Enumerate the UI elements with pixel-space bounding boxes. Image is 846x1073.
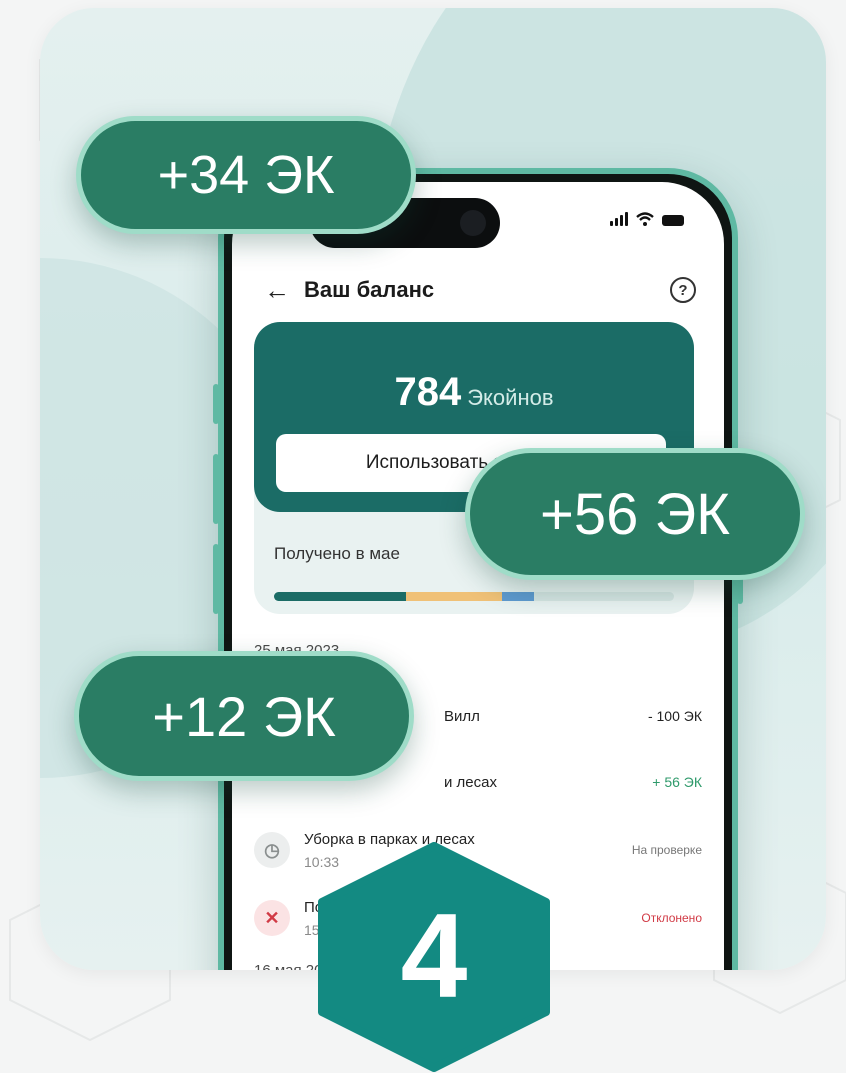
received-label: Получено в мае — [274, 544, 400, 563]
progress-segment — [274, 592, 406, 601]
status-bar — [610, 212, 684, 226]
transaction-amount: - 100 ЭК — [647, 708, 702, 724]
progress-segment — [406, 592, 502, 601]
transaction-amount: + 56 ЭК — [652, 774, 702, 790]
page-title: Ваш баланс — [304, 277, 435, 302]
phone-side-button — [213, 544, 219, 614]
phone-side-button — [213, 454, 219, 524]
screen-header: ← Ваш баланс ? — [264, 270, 696, 310]
question-icon[interactable]: ? — [670, 277, 696, 303]
transaction-name: Вилл — [444, 707, 480, 725]
ecoin-badge: +34 ЭК — [76, 116, 416, 234]
transaction-status: На проверке — [631, 843, 702, 857]
ecoin-badge: +56 ЭК — [465, 448, 805, 580]
ecoin-badge: +12 ЭК — [74, 651, 414, 781]
transaction-name: и лесах — [444, 773, 497, 791]
transaction-status: Отклонено — [641, 911, 702, 925]
promo-card: ← Ваш баланс ? 784 Экойнов Использовать э… — [40, 8, 826, 970]
close-icon: ✕ — [254, 900, 290, 936]
clock-icon: ◷ — [254, 832, 290, 868]
signal-icon — [610, 212, 628, 226]
battery-icon — [662, 215, 684, 226]
phone-side-button — [213, 384, 219, 424]
balance-unit: Экойнов — [467, 385, 554, 410]
progress-segment — [502, 592, 534, 601]
camera-icon — [460, 210, 486, 236]
step-number: 4 — [400, 889, 468, 1023]
wifi-icon — [636, 212, 654, 226]
arrow-left-icon[interactable]: ← — [264, 277, 290, 303]
received-progress-bar — [274, 592, 674, 601]
balance-amount: 784 Экойнов — [254, 370, 694, 415]
balance-value: 784 — [394, 370, 462, 414]
step-number-badge: 4 — [318, 842, 550, 1072]
